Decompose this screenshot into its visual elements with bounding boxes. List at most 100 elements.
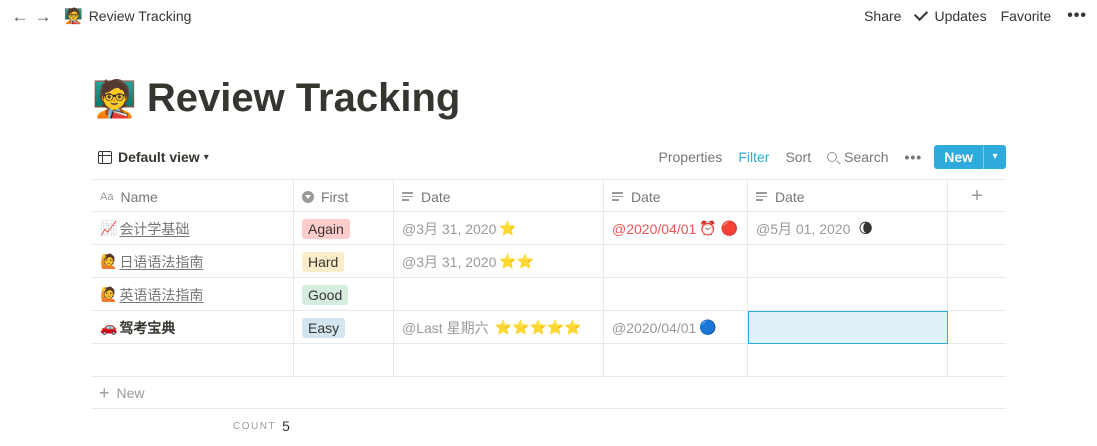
forward-arrow-icon[interactable]: → <box>33 6 53 28</box>
properties-button[interactable]: Properties <box>659 149 723 165</box>
first-cell[interactable]: Good <box>294 278 394 311</box>
column-label: Date <box>775 188 805 205</box>
row-title[interactable]: 日语语法指南 <box>119 252 203 272</box>
breadcrumb[interactable]: 🧑‍🏫 Review Tracking <box>64 7 191 25</box>
date-mention[interactable]: @2020/04/01 <box>612 221 696 237</box>
name-cell[interactable]: 🚗 驾考宝典 <box>92 311 294 344</box>
empty-cell <box>948 245 1006 278</box>
date-cell[interactable]: @2020/04/01 🔵 <box>604 311 748 344</box>
top-bar: ← → 🧑‍🏫 Review Tracking Share Updates Fa… <box>0 0 1097 34</box>
name-cell[interactable] <box>92 344 294 377</box>
chart-emoji-icon: 📈 <box>100 220 118 236</box>
date-cell[interactable] <box>394 344 604 377</box>
filter-button[interactable]: Filter <box>738 149 769 165</box>
updates-button[interactable]: Updates <box>914 6 987 24</box>
first-cell[interactable] <box>294 344 394 377</box>
name-cell[interactable]: 🙋 日语语法指南 <box>92 245 294 278</box>
column-label: Date <box>421 188 451 205</box>
moon-emoji-icon: 🌘 <box>858 220 873 236</box>
favorite-button[interactable]: Favorite <box>1001 8 1052 24</box>
date-mention[interactable]: @5月 01, 2020 <box>756 219 850 239</box>
sort-button[interactable]: Sort <box>785 149 811 165</box>
more-options-icon[interactable]: ••• <box>1067 7 1087 25</box>
row-title[interactable]: 英语语法指南 <box>119 285 203 305</box>
date-cell[interactable] <box>394 278 604 311</box>
name-cell[interactable]: 📈 会计学基础 <box>92 212 294 245</box>
count-calculation[interactable]: COUNT 5 <box>233 418 290 434</box>
first-cell[interactable]: Again <box>294 212 394 245</box>
teacher-emoji-icon[interactable]: 🧑‍🏫 <box>92 78 137 120</box>
add-column-button[interactable]: + <box>948 180 1006 213</box>
table-row: 🙋 日语语法指南 Hard @3月 31, 2020 ⭐⭐ <box>92 245 1006 278</box>
date-mention[interactable]: @3月 31, 2020 <box>402 252 496 272</box>
select-tag: Good <box>302 284 349 305</box>
date-cell[interactable] <box>748 344 948 377</box>
search-label: Search <box>844 149 889 165</box>
share-button[interactable]: Share <box>864 8 901 24</box>
date-mention[interactable]: @Last 星期六 <box>402 318 489 338</box>
page-title[interactable]: 🧑‍🏫 Review Tracking <box>92 76 460 121</box>
date-cell[interactable]: @3月 31, 2020 ⭐⭐ <box>394 245 604 278</box>
check-icon <box>914 6 929 22</box>
column-label: Name <box>120 188 158 205</box>
chevron-down-icon: ▾ <box>203 151 209 163</box>
select-icon <box>302 190 314 203</box>
search-icon <box>827 152 838 162</box>
page-title-text[interactable]: Review Tracking <box>147 76 460 121</box>
search-button[interactable]: Search <box>827 149 888 165</box>
row-title[interactable]: 驾考宝典 <box>119 318 175 338</box>
date-cell[interactable] <box>748 245 948 278</box>
new-dropdown-icon[interactable]: ▾ <box>984 145 1006 169</box>
view-more-icon[interactable]: ••• <box>904 149 922 165</box>
column-header-date[interactable]: Date <box>748 180 948 213</box>
view-selector[interactable]: Default view ▾ <box>98 149 209 165</box>
column-header-date[interactable]: Date <box>604 180 748 213</box>
first-cell[interactable]: Easy <box>294 311 394 344</box>
date-mention[interactable]: @2020/04/01 <box>612 320 696 336</box>
date-cell[interactable]: @5月 01, 2020 🌘 <box>748 212 948 245</box>
date-mention[interactable]: @3月 31, 2020 <box>402 219 496 239</box>
date-cell[interactable] <box>604 278 748 311</box>
column-header-date[interactable]: Date <box>394 180 604 213</box>
database-table: Aa Name First Date Date Date + 📈 会计学基础 Ag… <box>92 179 1006 377</box>
empty-cell <box>948 344 1006 377</box>
updates-label: Updates <box>934 8 987 24</box>
car-emoji-icon: 🚗 <box>100 319 118 335</box>
alarm-clock-red-circle-icon: ⏰ 🔴 <box>699 220 739 236</box>
date-icon <box>612 190 623 203</box>
breadcrumb-title: Review Tracking <box>88 8 192 24</box>
new-row-button[interactable]: + New <box>92 378 1006 409</box>
new-row-label: New <box>116 385 145 401</box>
date-cell[interactable]: @Last 星期六 ⭐⭐⭐⭐⭐ <box>394 311 604 344</box>
date-cell[interactable]: @2020/04/01 ⏰ 🔴 <box>604 212 748 245</box>
first-cell[interactable]: Hard <box>294 245 394 278</box>
table-row <box>92 344 1006 377</box>
select-tag: Easy <box>302 317 346 338</box>
table-row: 📈 会计学基础 Again @3月 31, 2020 ⭐ @2020/04/01 ⏰ … <box>92 212 1006 245</box>
view-actions: Properties Filter Sort Search ••• New ▾ <box>643 144 1006 170</box>
star-emoji-icon: ⭐⭐⭐⭐⭐ <box>494 319 582 335</box>
back-arrow-icon[interactable]: ← <box>10 6 30 28</box>
table-header: Aa Name First Date Date Date + <box>92 179 1006 213</box>
date-cell[interactable]: @3月 31, 2020 ⭐ <box>394 212 604 245</box>
date-cell[interactable] <box>604 245 748 278</box>
star-emoji-icon: ⭐⭐ <box>499 253 535 269</box>
view-name: Default view <box>118 149 200 165</box>
star-emoji-icon: ⭐ <box>499 220 517 236</box>
blue-circle-icon: 🔵 <box>699 319 717 335</box>
date-cell[interactable] <box>604 344 748 377</box>
column-header-first[interactable]: First <box>294 180 394 213</box>
row-title[interactable]: 会计学基础 <box>119 219 189 239</box>
database-view-bar: Default view ▾ Properties Filter Sort Se… <box>92 144 1006 172</box>
empty-cell <box>948 278 1006 311</box>
date-cell[interactable] <box>748 278 948 311</box>
new-button-group: New ▾ <box>934 145 1006 169</box>
new-button[interactable]: New <box>934 145 984 169</box>
plus-icon: + <box>971 185 983 207</box>
person-raising-hand-emoji-icon: 🙋 <box>100 286 118 302</box>
selected-date-cell[interactable] <box>748 311 948 344</box>
name-cell[interactable]: 🙋 英语语法指南 <box>92 278 294 311</box>
plus-icon: + <box>99 382 110 403</box>
empty-cell <box>948 311 1006 344</box>
column-header-name[interactable]: Aa Name <box>92 180 294 213</box>
